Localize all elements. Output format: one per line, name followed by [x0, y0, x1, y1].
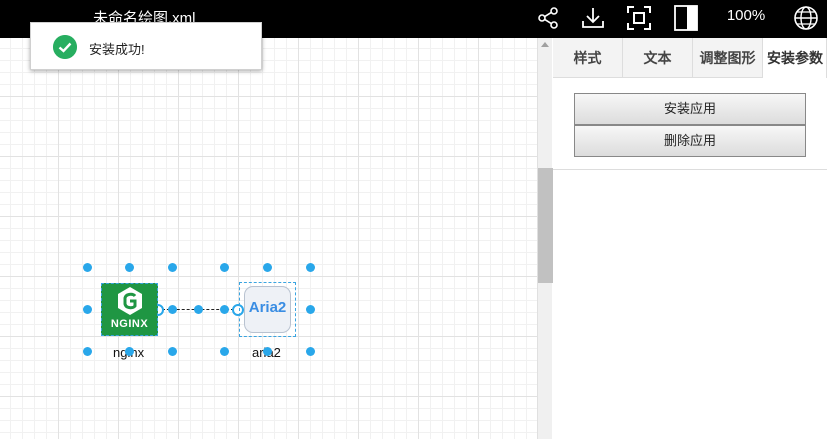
scrollbar-thumb[interactable]: [538, 168, 553, 283]
format-panel-icon[interactable]: [673, 5, 699, 31]
resize-handle[interactable]: [168, 305, 177, 314]
zoom-level[interactable]: 100%: [716, 7, 776, 24]
resize-handle[interactable]: [83, 305, 92, 314]
install-params-section: 安装应用 删除应用: [553, 78, 827, 170]
tab-arrange[interactable]: 调整图形: [693, 38, 763, 78]
resize-handle[interactable]: [125, 347, 134, 356]
nginx-logo-icon: [118, 287, 142, 315]
toast-message: 安装成功!: [89, 42, 145, 57]
nginx-node[interactable]: NGINX: [101, 283, 158, 336]
resize-handle[interactable]: [263, 347, 272, 356]
resize-handle[interactable]: [220, 263, 229, 272]
install-app-button[interactable]: 安装应用: [574, 93, 806, 125]
scroll-up-arrow-icon[interactable]: [541, 42, 549, 47]
format-panel: 样式 文本 调整图形 安装参数 安装应用 删除应用: [553, 38, 827, 439]
resize-handle[interactable]: [263, 263, 272, 272]
aria2-logo-icon: Aria2: [244, 286, 291, 333]
language-icon[interactable]: [793, 5, 819, 31]
aria2-logo-text: Aria2: [248, 299, 287, 316]
resize-handle[interactable]: [220, 305, 229, 314]
download-icon[interactable]: [580, 5, 606, 31]
tab-install-params[interactable]: 安装参数: [763, 38, 827, 78]
tab-style[interactable]: 样式: [553, 38, 623, 78]
resize-handle[interactable]: [168, 347, 177, 356]
resize-handle[interactable]: [306, 347, 315, 356]
resize-handle[interactable]: [306, 305, 315, 314]
check-circle-icon: [53, 35, 77, 59]
aria2-node[interactable]: Aria2: [239, 282, 296, 337]
resize-handle[interactable]: [83, 347, 92, 356]
diagram-canvas[interactable]: [0, 38, 537, 439]
fit-icon[interactable]: [626, 5, 652, 31]
nginx-logo-text: NGINX: [110, 318, 149, 330]
success-toast: 安装成功!: [30, 22, 262, 70]
resize-handle[interactable]: [168, 263, 177, 272]
resize-handle[interactable]: [220, 347, 229, 356]
resize-handle[interactable]: [306, 263, 315, 272]
resize-handle[interactable]: [83, 263, 92, 272]
share-icon[interactable]: [535, 5, 561, 31]
panel-tabs: 样式 文本 调整图形 安装参数: [553, 38, 827, 78]
resize-handle[interactable]: [125, 263, 134, 272]
delete-app-button[interactable]: 删除应用: [574, 125, 806, 157]
edge-midpoint-handle[interactable]: [194, 305, 203, 314]
canvas-vertical-scrollbar[interactable]: [537, 38, 553, 439]
tab-text[interactable]: 文本: [623, 38, 693, 78]
